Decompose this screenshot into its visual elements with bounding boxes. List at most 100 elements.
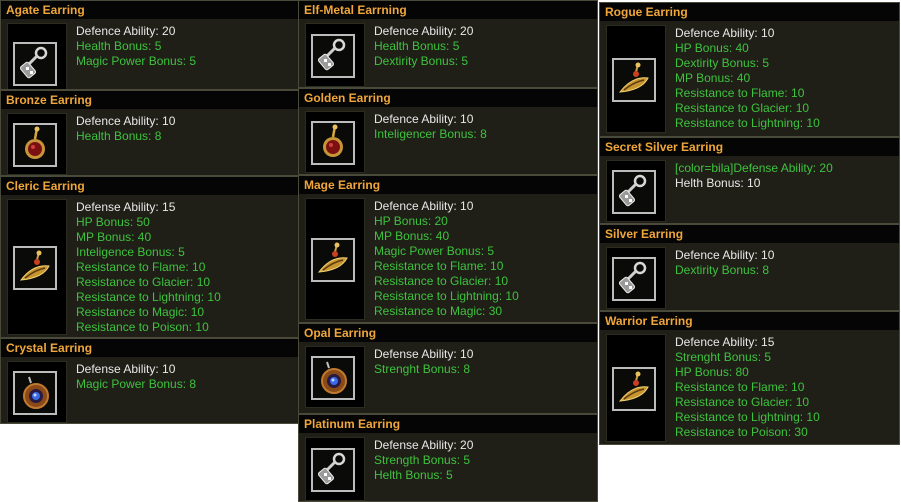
silver-earring-icon [313, 36, 353, 76]
stat-line: Resistance to Glacier: 10 [675, 101, 810, 115]
stat-line: Inteligence Bonus: 5 [76, 245, 185, 259]
blue-orb-earring-icon [313, 358, 353, 398]
stat-line: Magic Power Bonus: 8 [76, 377, 197, 391]
stats-list: Defence Ability: 10 Inteligencer Bonus: 8 [374, 112, 487, 142]
item-card-bronze-earring: Bronze Earring Defence Ability: 10 Health… [0, 90, 300, 176]
item-name: Crystal Earring [1, 339, 299, 357]
stat-line: Resistance to Glacier: 10 [76, 275, 211, 289]
stat-line: Defence Ability: 10 [76, 114, 176, 128]
stat-line: HP Bonus: 80 [675, 365, 749, 379]
stats-list: Defence Ability: 20 Health Bonus: 5 Magic … [76, 24, 196, 69]
stat-line: Health Bonus: 5 [374, 39, 460, 53]
item-icon-frame [13, 246, 57, 290]
item-card-mage-earring: Mage Earring Defence Ability: 10 HP Bonus… [298, 175, 598, 323]
item-card-golden-earring: Golden Earring Defence Ability: 10 Inteli… [298, 88, 598, 175]
silver-earring-slot [606, 160, 666, 222]
stats-list: Defence Ability: 10 Health Bonus: 8 [76, 114, 175, 144]
stat-line: Magic Power Bonus: 5 [374, 244, 495, 258]
item-icon-frame [13, 123, 57, 167]
item-name: Golden Earring [299, 89, 597, 107]
stat-line: Helth Bonus: 5 [374, 468, 453, 482]
stats-list: Defence Ability: 10 HP Bonus: 40 Dextirity… [675, 26, 820, 131]
stat-line: HP Bonus: 20 [374, 214, 448, 228]
stat-line: Strength Bonus: 5 [374, 453, 471, 467]
stat-line: Defense Ability: 10 [374, 347, 474, 361]
stat-line: Strenght Bonus: 8 [374, 362, 471, 376]
item-icon-frame [311, 448, 355, 492]
blue-orb-earring-slot [305, 346, 365, 408]
item-card-elf-metal-earring: Elf-Metal Earrning Defence Ability: 20 He… [298, 0, 598, 88]
item-name: Secret Silver Earring [600, 138, 899, 156]
stat-line: [color=bila]Defense Ability: 20 [675, 161, 833, 175]
blue-orb-earring-slot [7, 361, 67, 423]
stat-line: Resistance to Lightning: 10 [675, 410, 820, 424]
item-name: Rogue Earring [600, 3, 899, 21]
item-icon-frame [612, 257, 656, 301]
gold-earring-slot [305, 198, 365, 320]
stats-list: Defence Ability: 20 Health Bonus: 5 Dextir… [374, 24, 473, 69]
stat-line: Defence Ability: 15 [675, 335, 775, 349]
stat-line: MP Bonus: 40 [675, 71, 751, 85]
stat-line: HP Bonus: 50 [76, 215, 150, 229]
item-icon-frame [311, 356, 355, 400]
stat-line: Defence Ability: 10 [374, 199, 474, 213]
stat-line: Magic Power Bonus: 5 [76, 54, 197, 68]
silver-earring-icon [313, 450, 353, 490]
red-gem-earring-icon [313, 123, 353, 163]
gold-earring-icon [313, 240, 353, 280]
item-icon-frame [311, 238, 355, 282]
silver-earring-icon [15, 44, 55, 84]
gold-earring-slot [606, 25, 666, 133]
item-name: Bronze Earring [1, 91, 299, 109]
gold-earring-icon [614, 60, 654, 100]
silver-earring-slot [305, 437, 365, 501]
stat-line: Resistance to Lightning: 10 [76, 290, 221, 304]
stat-line: Defense Ability: 20 [374, 438, 474, 452]
stats-list: Defense Ability: 10 Magic Power Bonus: 8 [76, 362, 196, 392]
stat-line: Defense Ability: 10 [76, 362, 176, 376]
stat-line: Inteligencer Bonus: 8 [374, 127, 487, 141]
item-name: Silver Earring [600, 225, 899, 243]
item-card-rogue-earring: Rogue Earring Defence Ability: 10 HP Bonu… [599, 2, 900, 137]
stat-line: Resistance to Lightning: 10 [675, 116, 820, 130]
stat-line: Resistance to Flame: 10 [374, 259, 504, 273]
stat-line: Defense Ability: 15 [76, 200, 176, 214]
stats-list: Defense Ability: 10 Strenght Bonus: 8 [374, 347, 473, 377]
stat-line: Strenght Bonus: 5 [675, 350, 772, 364]
item-card-opal-earring: Opal Earring Defense Ability: 10 Strenght… [298, 323, 598, 414]
silver-earring-slot [305, 23, 365, 87]
item-icon-frame [13, 371, 57, 415]
item-icon-frame [612, 58, 656, 102]
item-icon-frame [13, 42, 57, 86]
item-name: Cleric Earring [1, 177, 299, 195]
silver-earring-icon [614, 172, 654, 212]
silver-earring-slot [606, 247, 666, 309]
stat-line: Resistance to Poison: 10 [76, 320, 209, 334]
item-card-cleric-earring: Cleric Earring Defense Ability: 15 HP Bon… [0, 176, 300, 338]
stat-line: Health Bonus: 8 [76, 129, 162, 143]
item-card-secret-silver-earring: Secret Silver Earring [color=bila]Defens… [599, 137, 900, 224]
stat-line: HP Bonus: 40 [675, 41, 749, 55]
item-card-crystal-earring: Crystal Earring Defense Ability: 10 Magic… [0, 338, 300, 424]
stats-list: [color=bila]Defense Ability: 20 Helth Bon… [675, 161, 833, 191]
stat-line: Resistance to Glacier: 10 [675, 395, 810, 409]
red-gem-earring-slot [7, 113, 67, 175]
item-name: Platinum Earring [299, 415, 597, 433]
gold-earring-slot [7, 199, 67, 335]
stat-line: Defence Ability: 10 [675, 248, 775, 262]
item-name: Agate Earring [1, 1, 299, 19]
item-name: Opal Earring [299, 324, 597, 342]
stat-line: Resistance to Magic: 30 [374, 304, 503, 318]
item-name: Elf-Metal Earrning [299, 1, 597, 19]
stat-line: Health Bonus: 5 [76, 39, 162, 53]
stat-line: MP Bonus: 40 [374, 229, 450, 243]
item-icon-frame [311, 121, 355, 165]
stats-list: Defence Ability: 10 Dextirity Bonus: 8 [675, 248, 774, 278]
gold-earring-icon [15, 248, 55, 288]
blue-orb-earring-icon [15, 373, 55, 413]
item-card-silver-earring: Silver Earring Defence Ability: 10 Dextir… [599, 224, 900, 311]
stat-line: MP Bonus: 40 [76, 230, 152, 244]
silver-earring-slot [7, 23, 67, 89]
stat-line: Defence Ability: 10 [675, 26, 775, 40]
stat-line: Resistance to Glacier: 10 [374, 274, 509, 288]
